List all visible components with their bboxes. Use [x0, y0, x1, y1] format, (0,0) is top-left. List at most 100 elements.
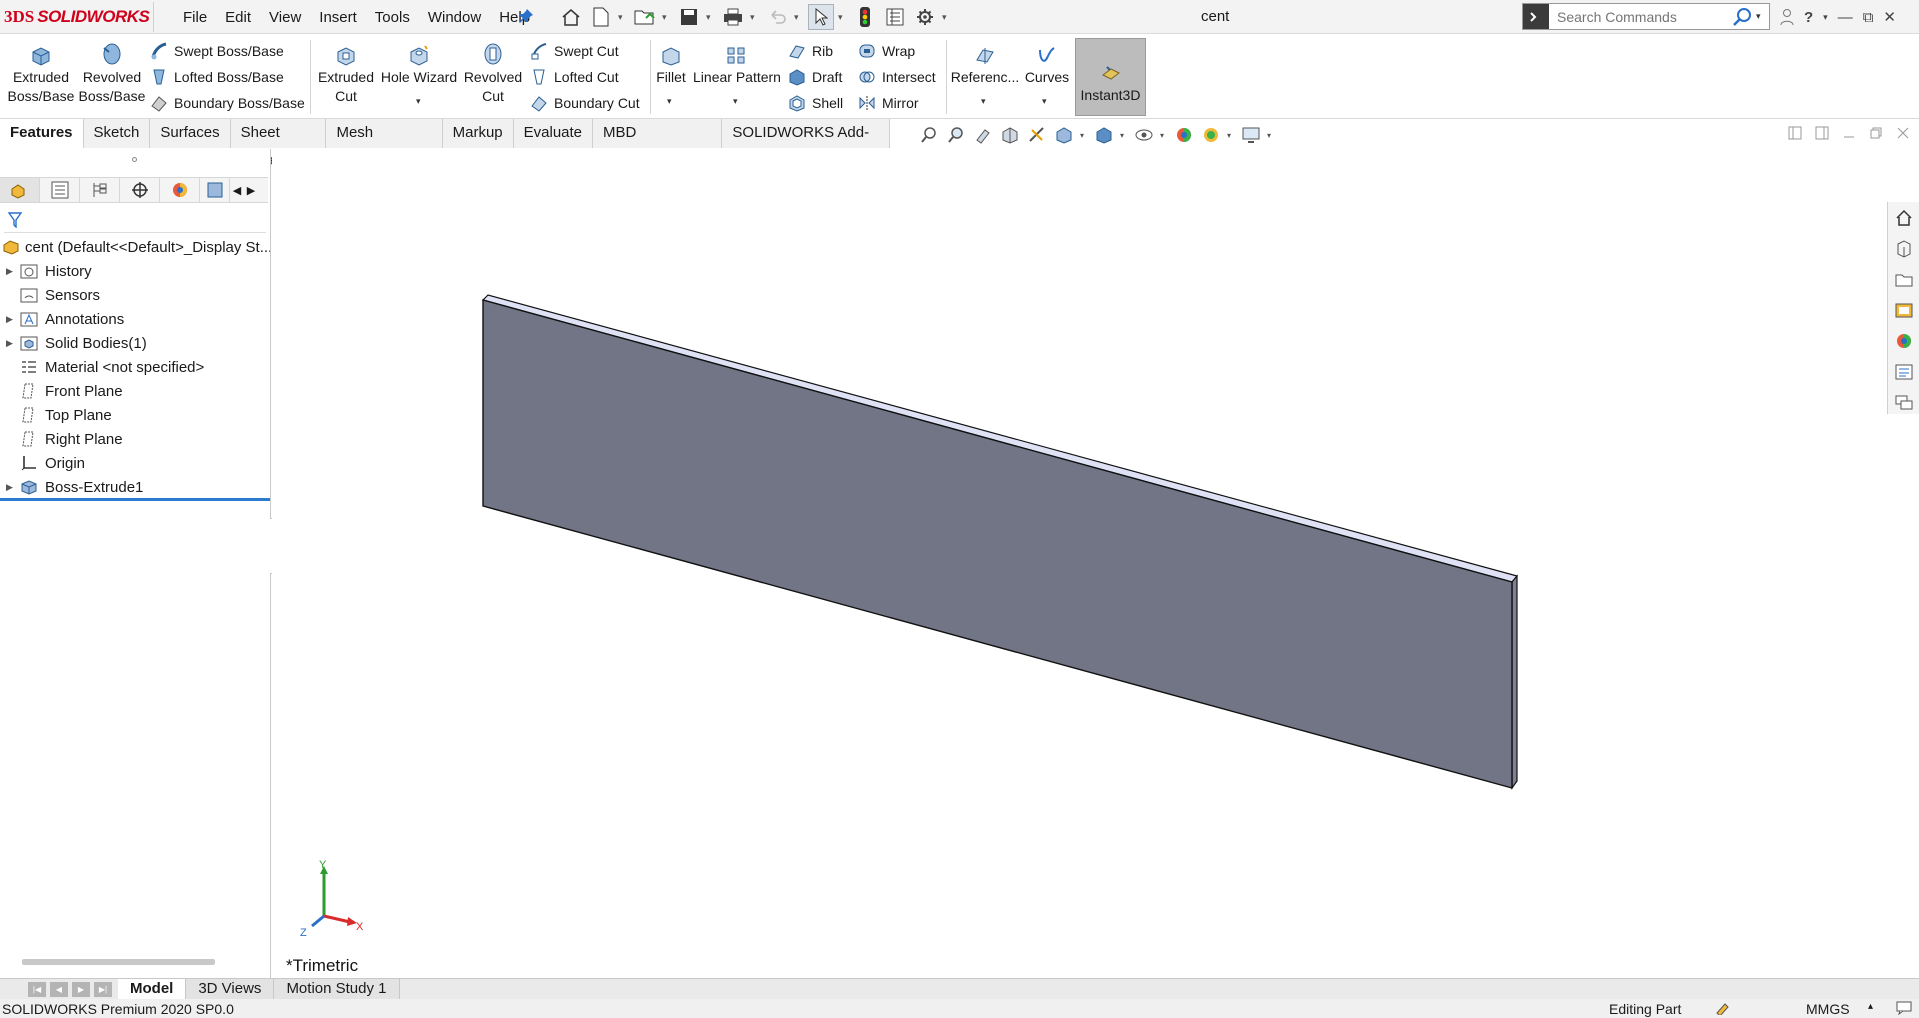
save-dropdown-icon[interactable]: ▾: [706, 12, 716, 23]
menu-view[interactable]: View: [260, 9, 310, 26]
print-icon[interactable]: [720, 4, 746, 30]
zoom-to-fit-icon[interactable]: [918, 124, 940, 146]
help-dropdown-icon[interactable]: ▾: [1823, 12, 1828, 23]
file-explorer-icon[interactable]: [1893, 269, 1915, 291]
tab-solidworks-add-ins[interactable]: SOLIDWORKS Add-Ins: [722, 119, 890, 169]
reference-dropdown-icon[interactable]: ▾: [981, 96, 986, 107]
viewport-minimize-icon[interactable]: [1842, 126, 1856, 140]
featuremanager-tab-icon[interactable]: [0, 178, 40, 202]
search-icon[interactable]: [1731, 6, 1753, 28]
tab-markup[interactable]: Markup: [442, 119, 514, 148]
camtree-tab-icon[interactable]: [200, 178, 230, 202]
tab-mbd-dimensions[interactable]: MBD Dimensions: [593, 119, 723, 169]
apply-scene-dropdown-icon[interactable]: ▾: [1227, 131, 1235, 140]
viewport-split-left-icon[interactable]: [1788, 126, 1802, 140]
tree-item-history[interactable]: ▶ History: [0, 259, 270, 283]
search-dropdown-icon[interactable]: ▾: [1756, 11, 1761, 22]
open-dropdown-icon[interactable]: ▾: [662, 12, 672, 23]
open-icon[interactable]: [632, 4, 658, 30]
part-model[interactable]: [272, 149, 1887, 978]
shell-button[interactable]: Shell: [788, 92, 843, 114]
prev-tab-icon[interactable]: ◀: [50, 981, 68, 997]
revolved-cut-button[interactable]: Revolved Cut: [462, 36, 524, 106]
tree-item-boss-extrude1[interactable]: ▶ Boss-Extrude1: [0, 475, 270, 499]
command-prompt-icon[interactable]: [1523, 4, 1549, 29]
edit-appearance-icon[interactable]: [1173, 124, 1195, 146]
tree-item-origin[interactable]: Origin: [0, 451, 270, 475]
next-tab-icon[interactable]: ▶: [72, 981, 90, 997]
linear-pattern-dropdown-icon[interactable]: ▾: [733, 96, 738, 107]
tree-item-solid-bodies[interactable]: ▶ Solid Bodies(1): [0, 331, 270, 355]
select-dropdown-icon[interactable]: ▾: [838, 12, 848, 23]
panel-horizontal-scrollbar[interactable]: [22, 959, 215, 965]
lofted-cut-button[interactable]: Lofted Cut: [530, 66, 619, 88]
units-dropdown-icon[interactable]: ▴: [1868, 1001, 1873, 1012]
filter-icon[interactable]: [8, 212, 22, 228]
custom-properties-icon[interactable]: [1893, 361, 1915, 383]
dynamic-annotation-icon[interactable]: [1026, 124, 1048, 146]
view-palette-icon[interactable]: [1893, 300, 1915, 322]
expand-arrow-icon[interactable]: ▶: [6, 338, 18, 349]
save-icon[interactable]: [676, 4, 702, 30]
tab-model[interactable]: Model: [118, 978, 187, 1000]
design-library-icon[interactable]: [1893, 238, 1915, 260]
view-orientation-dropdown-icon[interactable]: ▾: [1080, 131, 1088, 140]
swept-cut-button[interactable]: Swept Cut: [530, 40, 619, 62]
view-settings-icon[interactable]: [1240, 124, 1262, 146]
tab-features[interactable]: Features: [0, 119, 84, 148]
panel-grip[interactable]: [132, 157, 137, 162]
tab-sketch[interactable]: Sketch: [83, 119, 151, 148]
tree-filter[interactable]: [4, 207, 266, 233]
intersect-button[interactable]: Intersect: [858, 66, 936, 88]
options-dropdown-icon[interactable]: ▾: [942, 12, 952, 23]
view-orientation-icon[interactable]: [1053, 124, 1075, 146]
draft-button[interactable]: Draft: [788, 66, 842, 88]
display-style-dropdown-icon[interactable]: ▾: [1120, 131, 1128, 140]
options-gear-icon[interactable]: [912, 4, 938, 30]
tab-evaluate[interactable]: Evaluate: [513, 119, 594, 148]
tree-item-annotations[interactable]: ▶ Annotations: [0, 307, 270, 331]
undo-dropdown-icon[interactable]: ▾: [794, 12, 804, 23]
file-properties-icon[interactable]: [882, 4, 908, 30]
wrap-button[interactable]: Wrap: [858, 40, 915, 62]
instant3d-toggle[interactable]: Instant3D: [1075, 38, 1146, 116]
tree-item-right-plane[interactable]: Right Plane: [0, 427, 270, 451]
swept-boss-button[interactable]: Swept Boss/Base: [150, 40, 284, 62]
boundary-cut-button[interactable]: Boundary Cut: [530, 92, 640, 114]
boundary-boss-button[interactable]: Boundary Boss/Base: [150, 92, 305, 114]
first-tab-icon[interactable]: |◀: [28, 981, 46, 997]
forum-icon[interactable]: [1893, 392, 1915, 414]
expand-arrow-icon[interactable]: ▶: [6, 482, 18, 493]
tabs-scroll-left-icon[interactable]: ◀: [230, 184, 244, 197]
fillet-dropdown-icon[interactable]: ▾: [667, 96, 672, 107]
solidworks-logo[interactable]: 3DS SOLIDWORKS: [4, 2, 154, 32]
configurationmanager-tab-icon[interactable]: [80, 178, 120, 202]
curves-button[interactable]: Curves: [1022, 36, 1072, 87]
tab-sheet-metal[interactable]: Sheet Metal: [230, 119, 327, 169]
extruded-boss-button[interactable]: Extruded Boss/Base: [8, 36, 74, 106]
rebuild-status-icon[interactable]: [1715, 1001, 1731, 1015]
search-input[interactable]: [1557, 8, 1727, 25]
new-dropdown-icon[interactable]: ▾: [618, 12, 628, 23]
tree-item-sensors[interactable]: Sensors: [0, 283, 270, 307]
displaymanager-tab-icon[interactable]: [160, 178, 200, 202]
restore-icon[interactable]: ⧉: [1863, 9, 1874, 26]
tabs-scroll-right-icon[interactable]: ▶: [244, 184, 258, 197]
home-icon[interactable]: [558, 4, 584, 30]
select-icon[interactable]: [808, 4, 834, 30]
propertymanager-tab-icon[interactable]: [40, 178, 80, 202]
rebuild-icon[interactable]: [852, 4, 878, 30]
hide-show-dropdown-icon[interactable]: ▾: [1160, 131, 1168, 140]
menu-edit[interactable]: Edit: [216, 9, 260, 26]
menu-window[interactable]: Window: [419, 9, 490, 26]
tree-item-top-plane[interactable]: Top Plane: [0, 403, 270, 427]
tree-item-front-plane[interactable]: Front Plane: [0, 379, 270, 403]
revolved-boss-button[interactable]: Revolved Boss/Base: [78, 36, 146, 106]
expand-arrow-icon[interactable]: ▶: [6, 266, 18, 277]
tab-mesh-modeling[interactable]: Mesh Modeling: [326, 119, 443, 169]
curves-dropdown-icon[interactable]: ▾: [1042, 96, 1047, 107]
display-style-icon[interactable]: [1093, 124, 1115, 146]
close-icon[interactable]: ✕: [1883, 8, 1896, 26]
tree-item-material[interactable]: Material <not specified>: [0, 355, 270, 379]
hole-wizard-dropdown-icon[interactable]: ▾: [416, 96, 421, 107]
